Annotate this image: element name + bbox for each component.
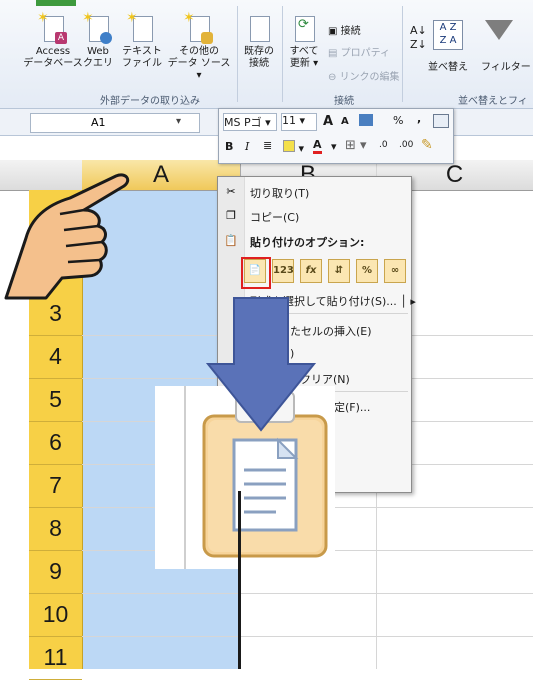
paste-option-link[interactable]: ∞	[384, 259, 406, 283]
paste-option-highlight	[241, 257, 271, 289]
connections-item[interactable]: ▣ 接続	[328, 22, 361, 37]
font-color-dropdown-icon[interactable]: ▾	[331, 140, 337, 153]
existing-connection-button[interactable]: 既存の 接続	[238, 14, 280, 70]
group-separator	[402, 6, 403, 102]
font-size-box[interactable]: 11 ▾	[281, 113, 317, 131]
group-label-connection: 接続	[334, 96, 354, 107]
row-header-11[interactable]: 11	[29, 636, 82, 680]
menu-paste-options: 貼り付けのオプション:	[250, 236, 365, 249]
borders-button[interactable]: ⊞ ▾	[345, 138, 367, 153]
filter-button[interactable]: フィルター	[481, 58, 531, 73]
group-label-external: 外部データの取り込み	[100, 96, 200, 107]
properties-item[interactable]: ▤ プロパティ	[328, 44, 390, 59]
italic-button[interactable]: I	[245, 140, 249, 153]
column-border-dark	[238, 491, 241, 669]
down-arrow-icon	[206, 297, 316, 432]
row-gridline	[82, 593, 533, 594]
access-icon: ✶ A	[37, 11, 67, 44]
decrease-decimal-button[interactable]: .00	[399, 140, 413, 150]
other-sources-button[interactable]: ✶ その他の データ ソース ▾	[164, 11, 234, 82]
edit-links-item[interactable]: ⊖ リンクの編集	[328, 68, 400, 83]
mini-toolbar: MS Pゴ ▾ 11 ▾ A A % , B I ≣ ▾ A ▾ ⊞ ▾ .0 …	[218, 108, 454, 164]
increase-decimal-button[interactable]: .0	[379, 140, 388, 150]
center-button[interactable]: ≣	[263, 139, 272, 152]
other-sources-icon: ✶	[183, 11, 213, 44]
menu-copy[interactable]: コピー(C)	[250, 209, 299, 225]
name-box-dropdown-icon[interactable]: ▾	[176, 116, 181, 127]
sort-asc-icon[interactable]: A↓ Z↓	[410, 24, 427, 52]
accounting-format-icon[interactable]	[359, 114, 373, 126]
row-header-8[interactable]: 8	[29, 507, 82, 551]
percent-button[interactable]: %	[393, 114, 403, 127]
sort-az-icon[interactable]: A ZZ A	[433, 20, 463, 50]
web-query-button[interactable]: ✶ Web クエリ	[76, 11, 120, 70]
filter-icon[interactable]	[485, 20, 513, 40]
text-file-icon: ✶	[126, 11, 154, 44]
row-header-9[interactable]: 9	[29, 550, 82, 594]
paste-option-formulas[interactable]: fx	[300, 259, 322, 283]
fill-color-button[interactable]: ▾	[283, 140, 304, 155]
ribbon-tab-accent	[36, 0, 76, 6]
refresh-all-button[interactable]: ⟳ すべて 更新 ▾	[284, 14, 324, 70]
row-gridline	[82, 636, 533, 637]
existing-connection-icon	[247, 14, 271, 44]
shrink-font-button[interactable]: A	[341, 116, 349, 127]
web-icon: ✶	[82, 11, 112, 44]
row-header-4[interactable]: 4	[29, 335, 82, 379]
refresh-icon: ⟳	[292, 14, 316, 44]
ribbon: ✶ A Access データベース ✶ Web クエリ ✶ テキスト ファイル …	[0, 0, 533, 122]
comma-button[interactable]: ,	[417, 112, 421, 125]
bold-button[interactable]: B	[225, 140, 233, 153]
format-painter-icon[interactable]: ✎	[421, 137, 433, 153]
name-box[interactable]: A1	[30, 113, 200, 133]
pointing-hand-icon	[4, 173, 130, 300]
font-color-button[interactable]: A	[313, 138, 322, 154]
format-table-icon[interactable]	[433, 114, 449, 128]
access-database-button[interactable]: ✶ A Access データベース	[22, 11, 84, 70]
row-header-6[interactable]: 6	[29, 421, 82, 465]
copy-icon: ❐	[226, 209, 236, 222]
clipboard-icon: 📋	[224, 234, 238, 247]
group-separator	[282, 6, 283, 102]
grow-font-button[interactable]: A	[323, 114, 333, 129]
scissors-icon: ✂	[226, 185, 236, 198]
sort-button[interactable]: 並べ替え	[428, 58, 468, 73]
zoom-panel-divider	[184, 386, 186, 569]
row-header-5[interactable]: 5	[29, 378, 82, 422]
paste-option-transpose[interactable]: ⇵	[328, 259, 350, 283]
row-header-10[interactable]: 10	[29, 593, 82, 637]
row-header-7[interactable]: 7	[29, 464, 82, 508]
text-file-button[interactable]: ✶ テキスト ファイル	[118, 11, 166, 70]
font-name-box[interactable]: MS Pゴ ▾	[223, 113, 277, 131]
paste-option-values[interactable]: 123	[272, 259, 294, 283]
menu-cut[interactable]: 切り取り(T)	[250, 185, 309, 201]
paste-option-formatting[interactable]: %	[356, 259, 378, 283]
